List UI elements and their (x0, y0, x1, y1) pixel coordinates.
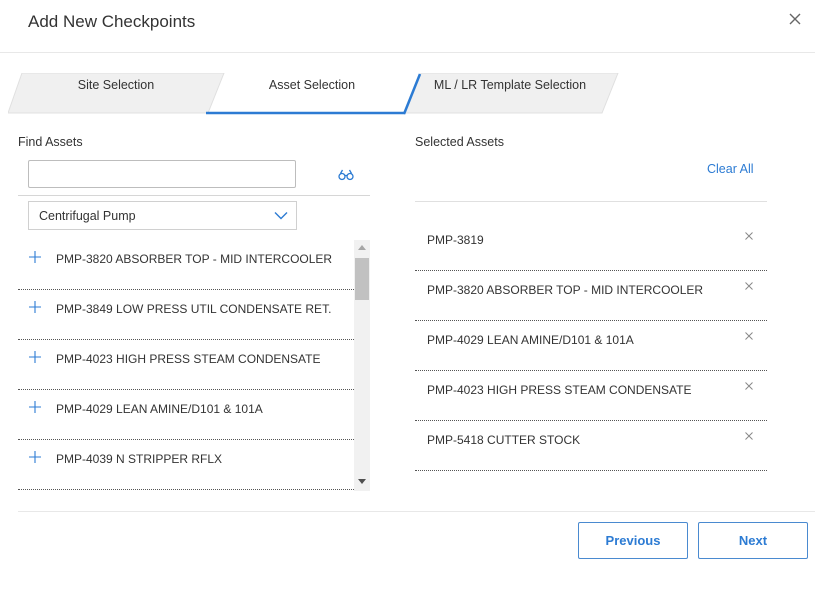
asset-result-label: PMP-4039 N STRIPPER RFLX (56, 452, 223, 466)
asset-type-dropdown[interactable]: Centrifugal Pump (28, 201, 297, 230)
asset-list-scrollbar[interactable] (354, 240, 370, 491)
wizard-tabs: Site Selection Asset Selection ML / LR T… (8, 73, 623, 115)
asset-type-selected: Centrifugal Pump (39, 209, 136, 223)
asset-result-row[interactable]: PMP-3849 LOW PRESS UTIL CONDENSATE RET. (18, 290, 354, 340)
asset-result-row[interactable]: PMP-3820 ABSORBER TOP - MID INTERCOOLER (18, 240, 354, 290)
previous-button[interactable]: Previous (578, 522, 688, 559)
asset-result-label: PMP-4023 HIGH PRESS STEAM CONDENSATE (56, 352, 321, 366)
remove-icon[interactable] (745, 382, 753, 390)
remove-icon[interactable] (745, 432, 753, 440)
selected-asset-label: PMP-3819 (427, 233, 484, 247)
selected-asset-row: PMP-5418 CUTTER STOCK (415, 421, 767, 471)
selected-asset-label: PMP-4023 HIGH PRESS STEAM CONDENSATE (427, 383, 692, 397)
plus-icon[interactable] (29, 401, 41, 413)
tab-site-selection[interactable]: Site Selection (38, 78, 194, 92)
asset-search-input[interactable] (28, 160, 296, 188)
search-divider (18, 195, 370, 196)
selected-asset-label: PMP-3820 ABSORBER TOP - MID INTERCOOLER (427, 283, 704, 297)
asset-result-row[interactable]: PMP-4039 N STRIPPER RFLX (18, 440, 354, 490)
selected-asset-label: PMP-5418 CUTTER STOCK (427, 433, 581, 447)
binoculars-search-icon[interactable] (338, 169, 354, 181)
scroll-thumb[interactable] (355, 258, 369, 300)
remove-icon[interactable] (745, 232, 753, 240)
plus-icon[interactable] (29, 451, 41, 463)
asset-results-list: PMP-3820 ABSORBER TOP - MID INTERCOOLER … (18, 240, 354, 491)
asset-result-row[interactable]: PMP-4023 HIGH PRESS STEAM CONDENSATE (18, 340, 354, 390)
selected-asset-row: PMP-4029 LEAN AMINE/D101 & 101A (415, 321, 767, 371)
chevron-down-icon (274, 212, 288, 220)
scroll-up-arrow-icon[interactable] (358, 245, 366, 250)
selected-assets-list: PMP-3819 PMP-3820 ABSORBER TOP - MID INT… (415, 221, 767, 471)
footer-divider (18, 511, 815, 512)
plus-icon[interactable] (29, 251, 41, 263)
next-button[interactable]: Next (698, 522, 808, 559)
tab-ml-lr-template-selection[interactable]: ML / LR Template Selection (420, 78, 600, 92)
selected-assets-label: Selected Assets (415, 135, 504, 149)
add-checkpoints-dialog: Add New Checkpoints Site Selection Asset… (0, 0, 815, 591)
selected-asset-row: PMP-3820 ABSORBER TOP - MID INTERCOOLER (415, 271, 767, 321)
plus-icon[interactable] (29, 301, 41, 313)
selected-asset-row: PMP-3819 (415, 221, 767, 271)
selected-divider (415, 201, 767, 202)
dialog-header: Add New Checkpoints (0, 0, 815, 53)
selected-asset-label: PMP-4029 LEAN AMINE/D101 & 101A (427, 333, 634, 347)
dialog-title: Add New Checkpoints (28, 12, 196, 31)
asset-result-label: PMP-4029 LEAN AMINE/D101 & 101A (56, 402, 263, 416)
plus-icon[interactable] (29, 351, 41, 363)
remove-icon[interactable] (745, 332, 753, 340)
tab-asset-selection[interactable]: Asset Selection (236, 78, 388, 92)
remove-icon[interactable] (745, 282, 753, 290)
scroll-down-arrow-icon[interactable] (358, 479, 366, 484)
asset-result-label: PMP-3849 LOW PRESS UTIL CONDENSATE RET. (56, 302, 332, 316)
selected-asset-row: PMP-4023 HIGH PRESS STEAM CONDENSATE (415, 371, 767, 421)
find-assets-label: Find Assets (18, 135, 83, 149)
asset-result-row[interactable]: PMP-4029 LEAN AMINE/D101 & 101A (18, 390, 354, 440)
close-icon[interactable] (785, 9, 805, 29)
asset-result-label: PMP-3820 ABSORBER TOP - MID INTERCOOLER (56, 252, 333, 266)
clear-all-link[interactable]: Clear All (707, 162, 754, 176)
